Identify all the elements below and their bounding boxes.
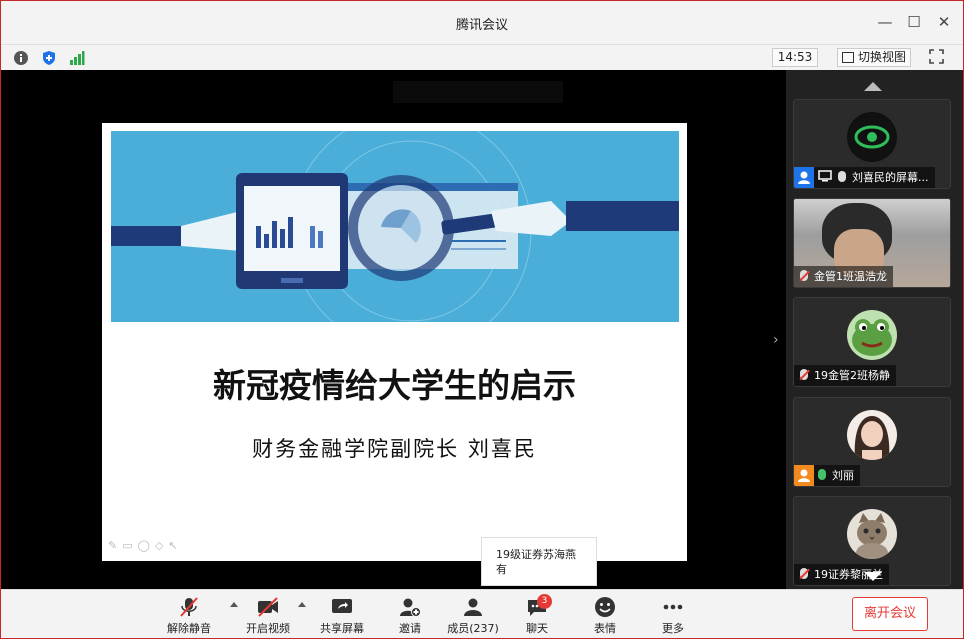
unmute-button[interactable]: 解除静音 bbox=[165, 594, 213, 638]
more-button[interactable]: 更多 bbox=[655, 594, 691, 638]
start-video-button[interactable]: 开启视频 bbox=[243, 594, 293, 638]
emoji-button[interactable]: 表情 bbox=[587, 594, 623, 638]
chat-popup-message: 有 bbox=[496, 563, 507, 576]
participant-label: 刘丽 bbox=[794, 465, 860, 486]
share-screen-icon bbox=[332, 599, 352, 613]
add-user-icon bbox=[400, 598, 421, 617]
shared-screen-stage: 新冠疫情给大学生的启示 财务金融学院副院长 刘喜民 ✎▭◯◇↖ 19级证券苏海燕… bbox=[3, 70, 785, 589]
chat-popup[interactable]: 19级证券苏海燕 有 bbox=[481, 537, 597, 586]
pointer-icon[interactable]: ↖ bbox=[168, 539, 182, 552]
annotation-toolbar[interactable]: ✎▭◯◇↖ bbox=[108, 539, 183, 552]
participant-tile[interactable]: 19金管2班杨静 bbox=[793, 297, 951, 387]
meeting-clock: 14:53 bbox=[772, 48, 818, 67]
cat-photo bbox=[847, 509, 897, 559]
emoji-label: 表情 bbox=[594, 622, 616, 635]
switch-view-icon bbox=[842, 52, 854, 63]
eraser-icon[interactable]: ◇ bbox=[155, 539, 168, 552]
microphone-muted-icon bbox=[800, 369, 808, 380]
participant-name: 金管1班温浩龙 bbox=[814, 270, 887, 283]
start-video-label: 开启视频 bbox=[246, 622, 290, 635]
microphone-muted-icon bbox=[800, 270, 808, 281]
pen-icon[interactable]: ✎ bbox=[108, 539, 122, 552]
chat-button[interactable]: 3 聊天 bbox=[519, 594, 555, 638]
switch-view-label: 切换视图 bbox=[858, 50, 907, 64]
chat-popup-sender: 19级证券苏海燕 bbox=[496, 548, 576, 561]
switch-view-button[interactable]: 切换视图 bbox=[837, 48, 911, 67]
participant-name: 刘喜民的屏幕... bbox=[852, 171, 929, 184]
participant-name: 19金管2班杨静 bbox=[814, 369, 890, 382]
maximize-icon[interactable]: ☐ bbox=[903, 11, 925, 33]
title-bar: 腾讯会议 — ☐ ✕ bbox=[1, 1, 963, 44]
participant-tile[interactable]: 金管1班温浩龙 bbox=[793, 198, 951, 288]
collapse-sidebar-icon[interactable]: › bbox=[773, 332, 779, 348]
woman-photo bbox=[847, 410, 897, 460]
presentation-slide: 新冠疫情给大学生的启示 财务金融学院副院长 刘喜民 ✎▭◯◇↖ bbox=[102, 123, 687, 561]
participant-label: 金管1班温浩龙 bbox=[794, 266, 893, 287]
slide-title: 新冠疫情给大学生的启示 bbox=[213, 366, 576, 405]
share-screen-label: 共享屏幕 bbox=[320, 622, 364, 635]
minimize-icon[interactable]: — bbox=[874, 11, 896, 33]
video-options-caret-icon[interactable] bbox=[298, 602, 306, 607]
participant-video-list: 刘喜民的屏幕... 金管1班温浩龙 19金管2班杨静 刘丽 19证券黎丽兰 bbox=[786, 70, 963, 589]
chat-label: 聊天 bbox=[526, 622, 548, 635]
signal-strength-icon[interactable] bbox=[69, 50, 85, 66]
chat-unread-badge: 3 bbox=[537, 594, 552, 609]
security-shield-icon[interactable] bbox=[41, 50, 57, 66]
eye-icon bbox=[847, 112, 897, 162]
leave-meeting-button[interactable]: 离开会议 bbox=[852, 597, 928, 631]
sharing-banner bbox=[393, 81, 563, 103]
microphone-icon bbox=[838, 171, 846, 182]
more-label: 更多 bbox=[662, 622, 684, 635]
invite-label: 邀请 bbox=[399, 622, 421, 635]
slide-subtitle: 财务金融学院副院长 刘喜民 bbox=[252, 437, 537, 461]
participant-label: 刘喜民的屏幕... bbox=[794, 167, 935, 188]
shape-icon[interactable]: ◯ bbox=[138, 539, 155, 552]
host-badge-icon bbox=[794, 167, 814, 188]
close-icon[interactable]: ✕ bbox=[933, 11, 955, 33]
window-title: 腾讯会议 bbox=[455, 18, 508, 33]
scroll-up-icon[interactable] bbox=[864, 82, 882, 91]
meeting-control-bar: 解除静音 开启视频 共享屏幕 邀请 成员(237) 3 聊天 表情 更多 离开会… bbox=[1, 589, 963, 638]
participant-tile[interactable]: 刘喜民的屏幕... bbox=[793, 99, 951, 189]
unmute-label: 解除静音 bbox=[167, 622, 211, 635]
share-screen-button[interactable]: 共享屏幕 bbox=[317, 594, 367, 638]
info-icon[interactable] bbox=[13, 50, 29, 66]
cohost-badge-icon bbox=[794, 465, 814, 486]
more-icon bbox=[663, 604, 683, 610]
meeting-toolbar: 14:53 切换视图 bbox=[1, 44, 963, 70]
members-icon bbox=[464, 598, 482, 616]
participant-label: 19金管2班杨静 bbox=[794, 365, 896, 386]
members-button[interactable]: 成员(237) bbox=[446, 594, 500, 638]
whiteboard-icon[interactable]: ▭ bbox=[122, 539, 137, 552]
members-label: 成员(237) bbox=[447, 622, 499, 635]
microphone-muted-icon bbox=[800, 568, 808, 579]
meeting-window: 腾讯会议 — ☐ ✕ 14:53 切换视图 新冠疫情给大学生的启示 财务金融学院… bbox=[0, 0, 964, 639]
frog-avatar bbox=[847, 310, 897, 360]
slide-illustration bbox=[111, 131, 679, 322]
audio-options-caret-icon[interactable] bbox=[230, 602, 238, 607]
emoji-icon bbox=[595, 597, 615, 617]
microphone-active-icon bbox=[818, 469, 826, 480]
screen-share-icon bbox=[818, 170, 832, 182]
scroll-down-icon[interactable] bbox=[864, 572, 882, 581]
microphone-muted-icon bbox=[180, 597, 198, 617]
participant-tile[interactable]: 刘丽 bbox=[793, 397, 951, 487]
fullscreen-icon[interactable] bbox=[929, 49, 944, 64]
participant-name: 刘丽 bbox=[832, 469, 854, 482]
camera-off-icon bbox=[258, 597, 278, 617]
invite-button[interactable]: 邀请 bbox=[392, 594, 428, 638]
